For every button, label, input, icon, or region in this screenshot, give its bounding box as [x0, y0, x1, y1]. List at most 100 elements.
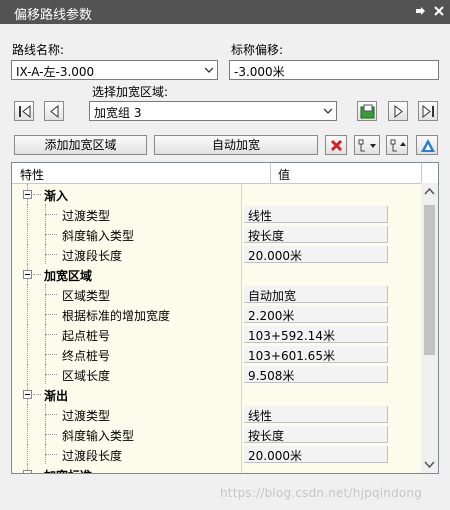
- property-label: 区域类型: [62, 289, 111, 303]
- offset-route-parameters-window: 偏移路线参数 路线名称: IX-A-左-3.000 标称偏移: -3.000米 …: [0, 0, 450, 510]
- property-row[interactable]: 斜度输入类型 按长度: [12, 224, 421, 244]
- property-row[interactable]: 终点桩号 103+601.65米: [12, 344, 421, 364]
- tree-line: [45, 294, 57, 295]
- next-region-button[interactable]: [388, 101, 408, 121]
- column-divider: [421, 163, 422, 183]
- watermark: https://blog.csdn.net/hjpqindong: [220, 486, 423, 500]
- column-divider: [241, 364, 242, 384]
- value-column-header[interactable]: 值: [278, 166, 290, 183]
- tree-line: [27, 324, 28, 344]
- property-label: 斜度输入类型: [62, 429, 135, 443]
- offset-input[interactable]: -3.000米: [229, 60, 439, 80]
- property-row[interactable]: 区域长度 9.508米: [12, 364, 421, 384]
- tree-line: [27, 244, 28, 264]
- property-row[interactable]: 根据标准的增加宽度 2.200米: [12, 304, 421, 324]
- delete-button[interactable]: [325, 135, 347, 155]
- add-region-shortcut-button[interactable]: [357, 101, 377, 121]
- tree-line: [45, 414, 57, 415]
- pin-icon[interactable]: [414, 4, 428, 18]
- route-name-dropdown[interactable]: IX-A-左-3.000: [11, 60, 218, 80]
- value-cell[interactable]: [270, 384, 421, 404]
- property-row[interactable]: 斜度输入类型 按长度: [12, 424, 421, 444]
- region-select-label: 选择加宽区域:: [92, 85, 169, 99]
- property-row[interactable]: 过渡类型 线性: [12, 204, 421, 224]
- offset-label: 标称偏移:: [231, 43, 284, 57]
- tree-line: [27, 424, 28, 444]
- property-value: 103+592.14米: [248, 329, 335, 343]
- property-value: 按长度: [248, 229, 285, 243]
- tree-line: [33, 274, 41, 275]
- column-divider: [241, 244, 242, 264]
- vertical-scrollbar[interactable]: [421, 183, 438, 473]
- title-bar[interactable]: 偏移路线参数: [0, 0, 450, 24]
- tree-line: [27, 204, 28, 224]
- tree-line: [27, 224, 28, 244]
- tree-line: [45, 234, 57, 235]
- collapse-icon[interactable]: [23, 190, 32, 199]
- tree-line: [45, 214, 57, 215]
- collapse-icon[interactable]: [23, 390, 32, 399]
- column-divider: [241, 344, 242, 364]
- scroll-thumb[interactable]: [424, 205, 435, 355]
- tree-line: [45, 454, 57, 455]
- last-region-button[interactable]: [418, 101, 438, 121]
- group-label: 加宽标准: [44, 467, 92, 473]
- collapse-button[interactable]: [386, 135, 408, 155]
- column-divider: [241, 444, 242, 464]
- next-icon: [394, 104, 403, 119]
- tree-line: [27, 284, 28, 304]
- collapse-icon[interactable]: [23, 270, 32, 279]
- region-pick-icon: [360, 104, 375, 119]
- property-row[interactable]: 起点桩号 103+592.14米: [12, 324, 421, 344]
- value-cell[interactable]: [270, 464, 421, 473]
- property-grid: 特性 值 渐入 过渡类型 线性 斜度输入类型 按长度 过渡段长度 20.000米 加宽区域 区域…: [11, 162, 439, 474]
- property-row[interactable]: 过渡段长度 20.000米: [12, 444, 421, 464]
- help-button[interactable]: [416, 135, 438, 155]
- view-options-button[interactable]: [354, 135, 380, 155]
- value-cell[interactable]: [270, 264, 421, 284]
- tree-line: [27, 444, 28, 464]
- previous-region-button[interactable]: [44, 101, 64, 121]
- property-label: 过渡段长度: [62, 249, 123, 263]
- close-icon[interactable]: [432, 4, 446, 18]
- collapse-tree-icon: [390, 139, 406, 152]
- group-label: 渐出: [44, 389, 69, 403]
- auto-widen-button[interactable]: 自动加宽: [154, 135, 318, 155]
- column-divider: [241, 284, 242, 304]
- group-label: 加宽区域: [44, 269, 93, 283]
- property-label: 过渡类型: [62, 409, 111, 423]
- column-divider: [241, 184, 242, 204]
- first-region-button[interactable]: [14, 101, 34, 121]
- property-label: 起点桩号: [62, 329, 111, 343]
- property-value: 20.000米: [248, 249, 302, 263]
- add-widening-region-button[interactable]: 添加加宽区域: [14, 135, 147, 155]
- scroll-down-icon[interactable]: [421, 456, 438, 473]
- column-divider[interactable]: [270, 163, 271, 183]
- window-title: 偏移路线参数: [14, 8, 93, 23]
- tree-line: [33, 194, 41, 195]
- scroll-up-icon[interactable]: [421, 183, 438, 200]
- delete-icon: [330, 139, 343, 152]
- region-dropdown[interactable]: 加宽组 3: [89, 101, 337, 121]
- property-row[interactable]: 过渡类型 线性: [12, 404, 421, 424]
- property-label: 过渡段长度: [62, 449, 123, 463]
- group-row[interactable]: 加宽区域: [12, 264, 421, 284]
- property-label: 终点桩号: [62, 349, 111, 363]
- tree-line: [45, 374, 57, 375]
- column-divider: [241, 464, 242, 473]
- group-row[interactable]: 加宽标准: [12, 464, 421, 473]
- value-cell[interactable]: [270, 184, 421, 204]
- tree-line: [27, 404, 28, 424]
- collapse-icon[interactable]: [23, 470, 32, 473]
- property-column-header[interactable]: 特性: [20, 166, 44, 183]
- column-divider: [241, 324, 242, 344]
- route-name-value: IX-A-左-3.000: [16, 65, 95, 79]
- property-row[interactable]: 区域类型 自动加宽: [12, 284, 421, 304]
- tree-line: [33, 394, 41, 395]
- group-row[interactable]: 渐入: [12, 184, 421, 204]
- help-icon: [421, 139, 435, 152]
- group-row[interactable]: 渐出: [12, 384, 421, 404]
- property-value: 自动加宽: [248, 289, 297, 303]
- property-row[interactable]: 过渡段长度 20.000米: [12, 244, 421, 264]
- property-value: 按长度: [248, 429, 285, 443]
